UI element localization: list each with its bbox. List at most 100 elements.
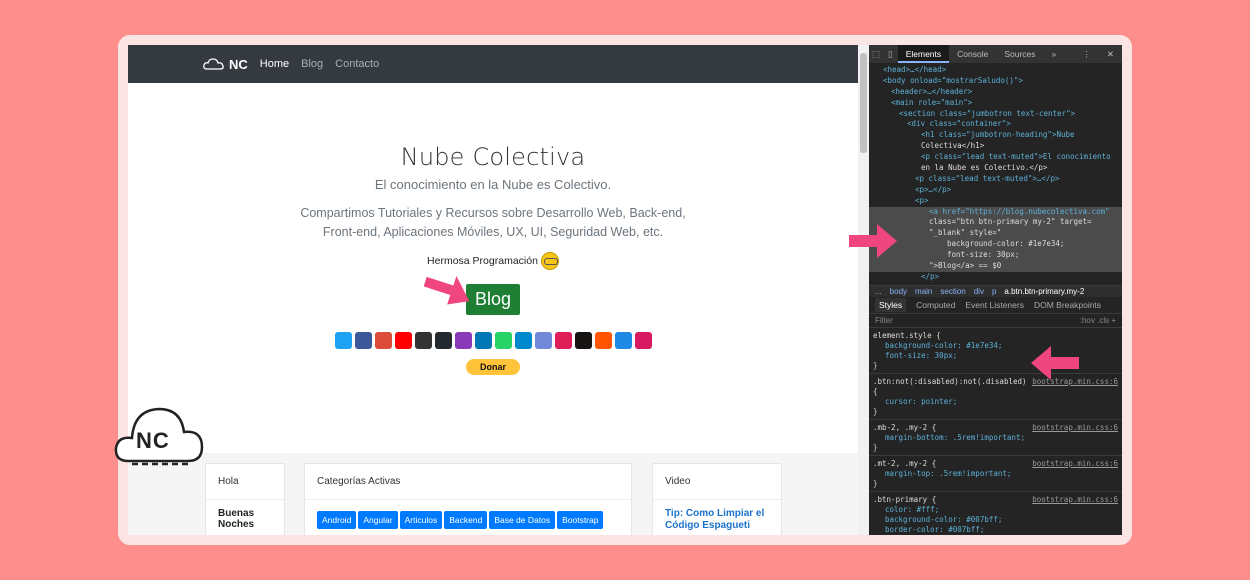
cls-toggle[interactable]: .cls [1097, 316, 1109, 325]
dom-node-line[interactable]: ">Blog</a> == $0 [869, 261, 1122, 272]
dom-node-line[interactable]: Colectiva</h1> [869, 141, 1122, 152]
github-icon[interactable] [434, 332, 452, 349]
rule-source-link[interactable]: bootstrap.min.css:6 [1032, 423, 1118, 433]
css-property[interactable]: background-color: #1e7e34; [873, 341, 1118, 351]
css-rule: bootstrap.min.css:6 .mt-2, .my-2 {margin-… [869, 456, 1122, 492]
category-tag[interactable]: Angular [358, 511, 398, 529]
tab-elements[interactable]: Elements [897, 45, 950, 63]
instagram-icon[interactable] [454, 332, 472, 349]
kebab-menu-icon[interactable]: ⋮ [1074, 45, 1099, 63]
tab-sources[interactable]: Sources [996, 45, 1043, 63]
add-rule-icon[interactable]: + [1111, 316, 1116, 325]
youtube-icon[interactable] [394, 332, 412, 349]
more-tabs[interactable]: » [1044, 45, 1065, 63]
category-tag[interactable]: Articulos [399, 511, 443, 529]
css-property[interactable]: margin-bottom: .5rem!important; [873, 433, 1118, 443]
linkedin-icon[interactable] [474, 332, 492, 349]
dom-node-line[interactable]: <header>…</header> [869, 87, 1122, 98]
dom-node-line[interactable]: <head>…</head> [869, 65, 1122, 76]
breadcrumb-item[interactable]: section [940, 287, 965, 296]
hov-toggle[interactable]: :hov [1080, 316, 1095, 325]
device-toggle-icon[interactable]: ▯ [883, 45, 898, 63]
soundcloud-icon[interactable] [594, 332, 612, 349]
breadcrumb-item[interactable]: body [890, 287, 907, 296]
css-property[interactable]: cursor: pointer; [873, 397, 1118, 407]
dom-node-line[interactable]: en la Nube es Colectivo.</p> [869, 163, 1122, 174]
dom-node-line[interactable]: <a href="https://blog.nubecolectiva.com" [869, 206, 1122, 218]
subtab-styles[interactable]: Styles [875, 297, 907, 312]
inspect-icon[interactable]: ⬚ [869, 45, 883, 63]
css-property[interactable]: font-size: 30px; [873, 351, 1118, 361]
dom-node-line[interactable]: "_blank" style=" [869, 228, 1122, 240]
rule-close-brace: } [873, 478, 878, 488]
dom-node-line[interactable]: background-color: #1e7e34; [869, 239, 1122, 251]
hermosa-line: Hermosa Programación [128, 252, 858, 270]
dom-node-line[interactable]: <p class="lead text-muted">…</p> [869, 174, 1122, 185]
page-scrollbar[interactable] [858, 45, 869, 535]
pointer-arrow-icon [1031, 346, 1079, 380]
rule-source-link[interactable]: bootstrap.min.css:6 [1032, 495, 1118, 505]
css-property[interactable]: border-color: #007bff; [873, 525, 1118, 535]
css-property[interactable]: margin-top: .5rem!important; [873, 469, 1118, 479]
card-categorias: Categorías Activas Android Angular Articul… [304, 463, 632, 535]
telegram-icon[interactable] [514, 332, 532, 349]
hero-description-line2: Front-end, Aplicaciones Móviles, UX, UI,… [322, 225, 664, 239]
dom-node-line[interactable]: </p> [869, 272, 1122, 283]
site-logo[interactable]: NC [203, 57, 248, 72]
subtab-computed[interactable]: Computed [916, 300, 955, 310]
dom-node-line[interactable]: <p> [869, 196, 1122, 207]
blog-button[interactable]: Blog [465, 284, 521, 315]
dom-node-line[interactable]: <section class="jumbotron text-center"> [869, 109, 1122, 120]
breadcrumb-item[interactable]: p [992, 287, 996, 296]
category-tag[interactable]: Backend [444, 511, 488, 529]
nav-contacto[interactable]: Contacto [335, 58, 379, 70]
jumbotron: Nube Colectiva El conocimiento en la Nub… [128, 83, 858, 375]
hero-title: Nube Colectiva [400, 143, 586, 171]
slack-icon[interactable] [554, 332, 572, 349]
dom-node-line[interactable]: <main role="main"> [869, 98, 1122, 109]
dom-node-line[interactable]: <p>…</p> [869, 185, 1122, 196]
category-tag[interactable]: Base de Datos [489, 511, 556, 529]
nav-blog[interactable]: Blog [301, 58, 323, 70]
breadcrumb-item[interactable]: main [915, 287, 932, 296]
twitter-icon[interactable] [334, 332, 352, 349]
scrollbar-thumb[interactable] [860, 53, 867, 153]
dom-node-line[interactable]: class="btn btn-primary my-2" target= [869, 217, 1122, 229]
breadcrumb-item[interactable]: ... [875, 287, 882, 296]
dom-node-line[interactable]: <div class="container"> [869, 119, 1122, 130]
close-icon[interactable]: ✕ [1099, 45, 1122, 63]
category-tag[interactable]: Android [317, 511, 357, 529]
css-property[interactable]: color: #fff; [873, 505, 1118, 515]
dom-node-line[interactable]: <h1 class="jumbotron-heading">Nube [869, 130, 1122, 141]
css-property[interactable]: background-color: #007bff; [873, 515, 1118, 525]
rule-source-link[interactable]: bootstrap.min.css:6 [1032, 459, 1118, 469]
dom-tree: <head>…</head> <body onload="mostrarSalud… [869, 63, 1122, 285]
filter-input[interactable]: Filter [875, 316, 893, 325]
whatsapp-icon[interactable] [494, 332, 512, 349]
nc-watermark-logo: NC [114, 406, 204, 468]
category-tag[interactable]: Bootstrap [557, 511, 604, 529]
exchange-icon[interactable] [614, 332, 632, 349]
facebook-icon[interactable] [354, 332, 372, 349]
spotify-icon[interactable] [574, 332, 592, 349]
devtools-toolbar: ⬚ ▯ Elements Console Sources » ⋮ ✕ [869, 45, 1122, 63]
discord-icon[interactable] [534, 332, 552, 349]
google-plus-icon[interactable] [374, 332, 392, 349]
tab-console[interactable]: Console [949, 45, 996, 63]
cloud-logo-icon [203, 58, 224, 70]
category-tags: Android Angular Articulos Backend Base de Da… [305, 500, 631, 535]
styles-subtabs: Styles Computed Event Listeners DOM Brea… [869, 297, 1122, 314]
breadcrumb-item[interactable]: a.btn.btn-primary.my-2 [1004, 287, 1084, 296]
video-link[interactable]: Tip: Como Limpiar el Código Espagueti [653, 500, 781, 535]
hands-icon[interactable] [634, 332, 652, 349]
breadcrumb-item[interactable]: div [974, 287, 984, 296]
donate-button[interactable]: Donar [465, 359, 520, 375]
social-icons [128, 332, 858, 349]
subtab-dom-breakpoints[interactable]: DOM Breakpoints [1034, 300, 1101, 310]
youtube-dark-icon[interactable] [414, 332, 432, 349]
subtab-event-listeners[interactable]: Event Listeners [965, 300, 1024, 310]
dom-node-line[interactable]: <p class="lead text-muted">El conocimien… [869, 152, 1122, 163]
dom-node-line[interactable]: <body onload="mostrarSaludo()"> [869, 76, 1122, 87]
dom-node-line[interactable]: font-size: 30px; [869, 250, 1122, 262]
nav-home[interactable]: Home [260, 58, 289, 70]
